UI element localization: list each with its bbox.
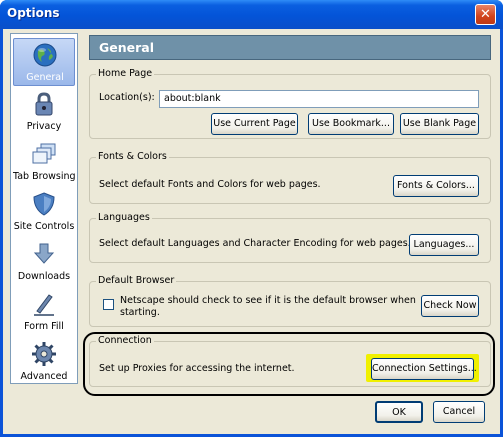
sidebar-item-label: Form Fill: [24, 321, 64, 332]
default-browser-group: Default Browser Netscape should check to…: [89, 275, 491, 327]
sidebar-item-tab-browsing[interactable]: Tab Browsing: [13, 138, 76, 186]
languages-group: Languages Select default Languages and C…: [89, 212, 491, 263]
default-browser-label-line1: Netscape should check to see if it is th…: [120, 295, 416, 306]
globe-icon: [33, 43, 57, 67]
sidebar-item-privacy[interactable]: Privacy: [13, 88, 75, 136]
fonts-colors-description: Select default Fonts and Colors for web …: [99, 179, 321, 190]
download-arrow-icon: [33, 243, 55, 264]
check-now-button[interactable]: Check Now: [421, 295, 479, 317]
window-title: Options: [7, 6, 60, 20]
sidebar-item-label: General: [26, 72, 64, 83]
location-input[interactable]: about:blank: [159, 90, 479, 108]
group-title: Fonts & Colors: [96, 151, 169, 162]
use-bookmark-button[interactable]: Use Bookmark...: [308, 113, 394, 135]
options-window: Options ✕ General Privacy Tab Browsing S…: [0, 0, 503, 437]
sidebar-item-label: Privacy: [26, 121, 62, 132]
use-blank-page-button[interactable]: Use Blank Page: [400, 113, 479, 135]
sidebar-item-general[interactable]: General: [13, 38, 75, 86]
sidebar-item-site-controls[interactable]: Site Controls: [13, 188, 75, 236]
lock-icon: [35, 92, 53, 116]
languages-description: Select default Languages and Character E…: [99, 238, 411, 249]
gear-icon: [32, 342, 56, 366]
fonts-colors-button[interactable]: Fonts & Colors...: [393, 175, 479, 197]
tabs-icon: [32, 143, 56, 164]
group-title: Default Browser: [96, 275, 177, 286]
annotation-outline: [83, 332, 495, 396]
fonts-colors-group: Fonts & Colors Select default Fonts and …: [89, 151, 491, 204]
sidebar-item-label: Site Controls: [13, 221, 75, 232]
sidebar-item-label: Advanced: [20, 371, 68, 382]
sidebar-item-advanced[interactable]: Advanced: [13, 338, 75, 386]
dialog-body: General Privacy Tab Browsing Site Contro…: [3, 29, 500, 434]
pen-icon: [34, 294, 54, 316]
home-page-group: Home Page Location(s): about:blank Use C…: [89, 68, 491, 139]
default-browser-checkbox[interactable]: [103, 299, 114, 310]
sidebar-item-label: Tab Browsing: [13, 171, 76, 182]
location-label: Location(s):: [99, 92, 155, 103]
group-title: Languages: [96, 212, 152, 223]
sidebar-item-form-fill[interactable]: Form Fill: [13, 288, 75, 336]
languages-button[interactable]: Languages...: [409, 234, 479, 256]
page-title: General: [89, 35, 491, 60]
sidebar-item-label: Downloads: [17, 271, 71, 282]
group-title: Home Page: [96, 68, 155, 79]
cancel-button[interactable]: Cancel: [433, 401, 485, 423]
close-button[interactable]: ✕: [475, 4, 496, 25]
default-browser-label-line2: starting.: [120, 307, 160, 318]
category-sidebar: General Privacy Tab Browsing Site Contro…: [10, 33, 78, 384]
title-bar[interactable]: Options ✕: [0, 0, 503, 29]
sidebar-item-downloads[interactable]: Downloads: [13, 238, 75, 286]
ok-button[interactable]: OK: [375, 401, 423, 423]
shield-icon: [33, 192, 55, 216]
use-current-page-button[interactable]: Use Current Page: [211, 113, 298, 135]
